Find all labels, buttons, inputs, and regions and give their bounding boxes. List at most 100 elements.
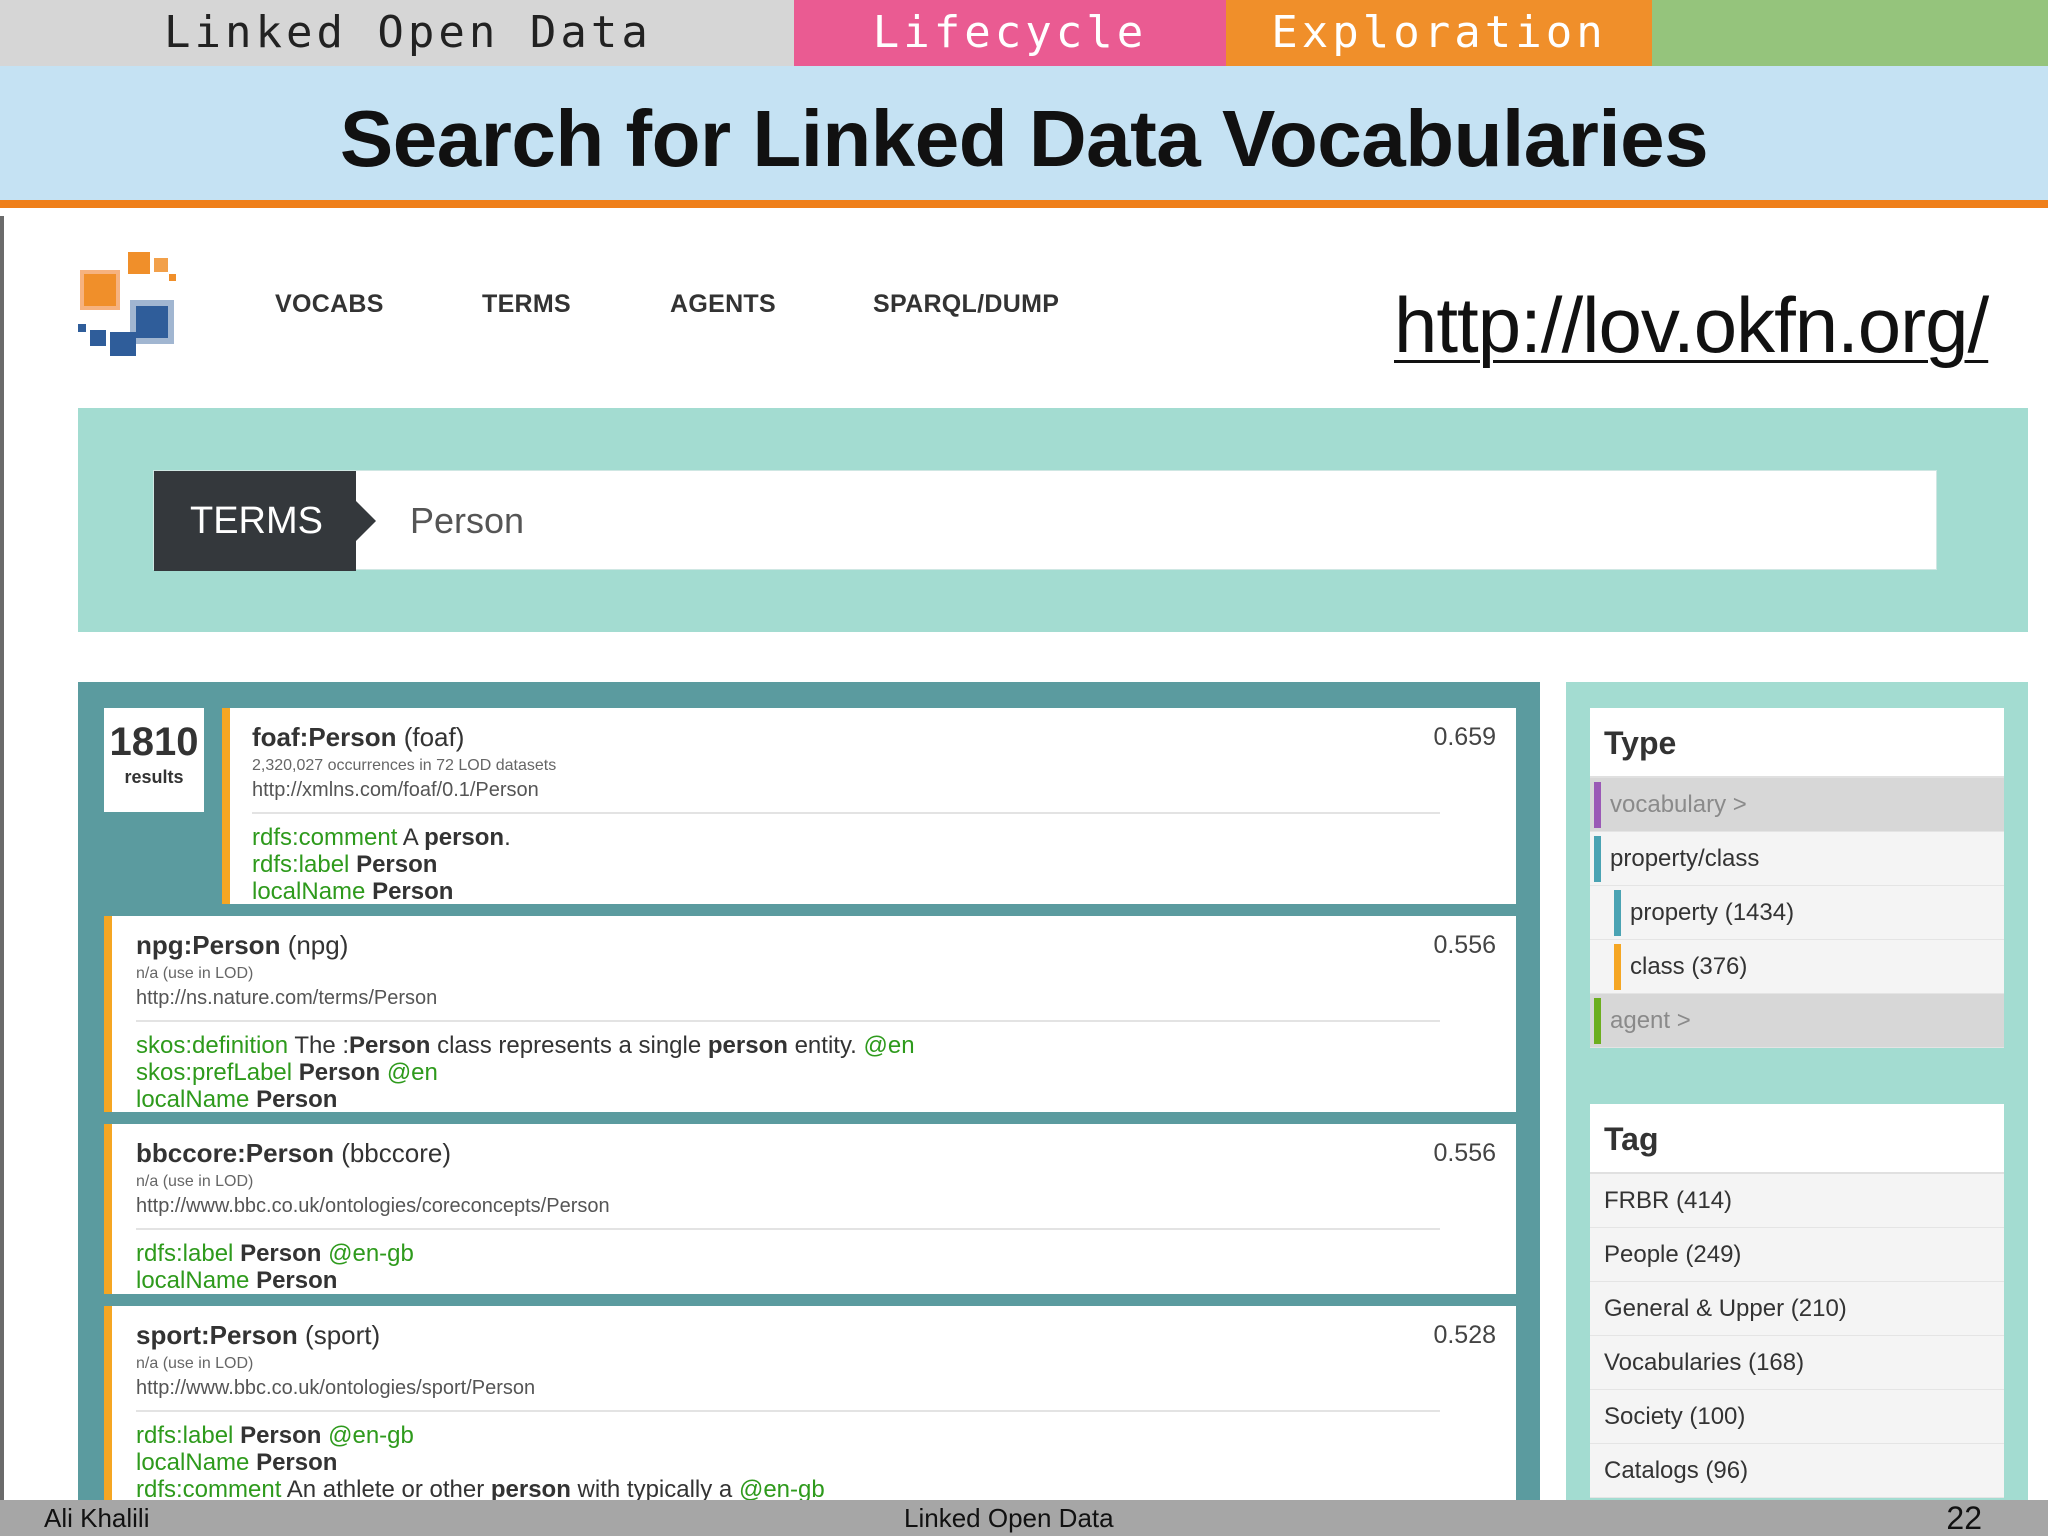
tag-item[interactable]: Society (100): [1590, 1390, 2004, 1444]
result-card[interactable]: bbccore:Person (bbccore) 0.556 n/a (use …: [104, 1124, 1516, 1294]
result-property: rdfs:comment An athlete or other person …: [136, 1476, 1496, 1500]
lov-url-link[interactable]: http://lov.okfn.org/: [1394, 280, 1989, 371]
property-key: rdfs:comment: [136, 1476, 282, 1500]
topbar-green-segment: [1652, 0, 2048, 66]
property-key: rdfs:label: [136, 1240, 234, 1267]
facet-color-bar: [1614, 890, 1621, 936]
facet-property[interactable]: property (1434): [1590, 886, 2004, 940]
result-prefix: (foaf): [403, 722, 465, 752]
result-uri[interactable]: http://xmlns.com/foaf/0.1/Person: [252, 778, 1440, 814]
property-key: rdfs:label: [136, 1422, 234, 1449]
property-highlight: Person: [256, 1086, 338, 1113]
result-card[interactable]: npg:Person (npg) 0.556 n/a (use in LOD) …: [104, 916, 1516, 1113]
tag-item[interactable]: FRBR (414): [1590, 1174, 2004, 1228]
tag-item[interactable]: Catalogs (96): [1590, 1444, 2004, 1498]
property-highlight: Person: [240, 1240, 322, 1267]
result-property: rdfs:label Person @en-gb: [136, 1240, 1496, 1267]
result-uri[interactable]: http://www.bbc.co.uk/ontologies/sport/Pe…: [136, 1376, 1440, 1412]
result-properties: rdfs:label Person @en-gb localName Perso…: [136, 1240, 1496, 1294]
property-text: An athlete or other: [286, 1476, 485, 1500]
result-properties: rdfs:label Person @en-gb localName Perso…: [136, 1422, 1496, 1500]
tag-item[interactable]: People (249): [1590, 1228, 2004, 1282]
tag-facet: Tag FRBR (414) People (249) General & Up…: [1590, 1104, 2004, 1498]
tag-item[interactable]: General & Upper (210): [1590, 1282, 2004, 1336]
nav-terms[interactable]: TERMS: [482, 290, 571, 319]
lov-logo-icon[interactable]: [76, 250, 200, 362]
result-property: rdfs:comment A person.: [252, 824, 1496, 851]
property-lang: @en: [386, 1059, 438, 1086]
property-highlight: person: [707, 1032, 788, 1059]
facet-label: agent >: [1610, 1007, 1691, 1034]
result-uri[interactable]: http://www.bbc.co.uk/ontologies/coreconc…: [136, 1194, 1440, 1230]
property-text: .: [504, 824, 511, 851]
result-properties: skos:definition The :Person class repres…: [136, 1032, 1496, 1113]
results-count-box: 1810 results: [104, 708, 204, 812]
result-prefix: (sport): [305, 1320, 381, 1350]
result-term-name[interactable]: sport:Person: [136, 1320, 298, 1350]
result-term-name[interactable]: bbccore:Person: [136, 1138, 334, 1168]
result-property: skos:definition The :Person class repres…: [136, 1032, 1496, 1059]
property-highlight: Person: [356, 851, 438, 878]
result-property: localName Person: [136, 1267, 1496, 1294]
results-count: 1810: [109, 720, 199, 764]
search-input[interactable]: [410, 471, 1910, 571]
slide-title-band: Search for Linked Data Vocabularies: [0, 66, 2048, 208]
nav-sparql-dump[interactable]: SPARQL/DUMP: [873, 290, 1059, 319]
result-uri[interactable]: http://ns.nature.com/terms/Person: [136, 986, 1440, 1022]
property-key: rdfs:comment: [252, 824, 398, 851]
nav-agents[interactable]: AGENTS: [670, 290, 776, 319]
property-highlight: person: [424, 824, 505, 851]
property-key: localName: [136, 1449, 250, 1476]
property-text: entity.: [794, 1032, 857, 1059]
search-box: TERMS: [153, 470, 1937, 571]
facet-vocabulary[interactable]: vocabulary >: [1590, 778, 2004, 832]
result-title[interactable]: sport:Person (sport): [136, 1318, 1496, 1352]
property-key: skos:definition: [136, 1032, 289, 1059]
property-text: class represents a single: [437, 1032, 702, 1059]
search-scope-tag[interactable]: TERMS: [154, 471, 376, 571]
property-lang: @en-gb: [328, 1240, 414, 1267]
result-occurrences: 2,320,027 occurrences in 72 LOD datasets: [252, 757, 557, 774]
topbar-lod: Linked Open Data: [0, 0, 794, 66]
facet-color-bar: [1594, 836, 1601, 882]
facet-property-class[interactable]: property/class: [1590, 832, 2004, 886]
facet-agent[interactable]: agent >: [1590, 994, 2004, 1048]
result-property: localName Person: [136, 1086, 1496, 1113]
result-card[interactable]: foaf:Person (foaf) 0.659 2,320,027 occur…: [222, 708, 1516, 905]
result-score: 0.556: [1433, 1139, 1496, 1167]
property-lang: @en-gb: [328, 1422, 414, 1449]
type-facet-heading: Type: [1590, 708, 2004, 778]
results-panel: 1810 results foaf:Person (foaf) 0.659 2,…: [78, 682, 1540, 1500]
type-facet: Type vocabulary > property/class propert…: [1590, 708, 2004, 1048]
result-property: localName Person: [252, 878, 1496, 905]
result-term-name[interactable]: foaf:Person: [252, 722, 396, 752]
result-score: 0.556: [1433, 931, 1496, 959]
tag-item[interactable]: Vocabularies (168): [1590, 1336, 2004, 1390]
result-score: 0.528: [1433, 1321, 1496, 1349]
facet-label: class (376): [1630, 953, 1748, 980]
result-term-name[interactable]: npg:Person: [136, 930, 280, 960]
property-highlight: person: [490, 1476, 571, 1500]
footer-title: Linked Open Data: [904, 1503, 1114, 1533]
property-lang: @en-gb: [738, 1476, 825, 1500]
facet-class[interactable]: class (376): [1590, 940, 2004, 994]
facet-label: vocabulary >: [1610, 791, 1747, 818]
property-key: localName: [252, 878, 366, 905]
facet-color-bar: [1594, 782, 1601, 828]
result-occurrences: n/a (use in LOD): [136, 965, 254, 982]
slide-left-rule: [0, 216, 4, 1500]
property-lang: @en: [863, 1032, 915, 1059]
property-highlight: Person: [256, 1267, 338, 1294]
property-highlight: Person: [372, 878, 454, 905]
result-title[interactable]: foaf:Person (foaf): [252, 720, 1496, 754]
result-property: skos:prefLabel Person @en: [136, 1059, 1496, 1086]
result-title[interactable]: bbccore:Person (bbccore): [136, 1136, 1496, 1170]
result-property: localName Person: [136, 1449, 1496, 1476]
nav-vocabs[interactable]: VOCABS: [275, 290, 384, 319]
result-card[interactable]: sport:Person (sport) 0.528 n/a (use in L…: [104, 1306, 1516, 1500]
result-title[interactable]: npg:Person (npg): [136, 928, 1496, 962]
facet-color-bar: [1594, 998, 1601, 1044]
property-highlight: Person: [256, 1449, 338, 1476]
facet-color-bar: [1614, 944, 1621, 990]
result-property: rdfs:label Person: [252, 851, 1496, 878]
